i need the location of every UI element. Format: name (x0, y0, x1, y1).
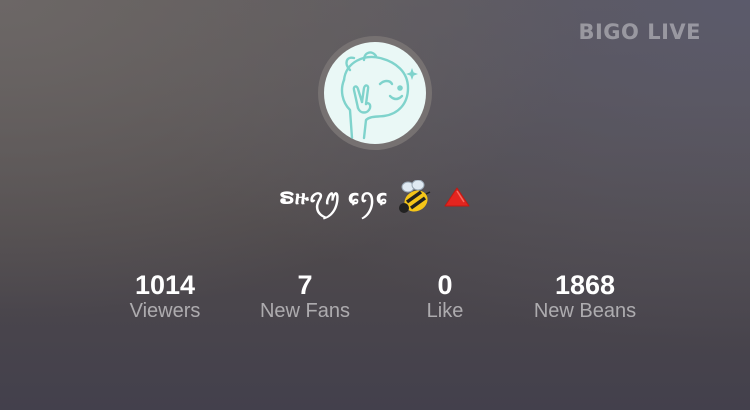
viewers-count: 1014 (134, 270, 196, 300)
profile-name-row: ຣዙꪖꪑ ɕꪆɕ (0, 178, 750, 220)
stat-new-fans: 7 New Fans (225, 270, 385, 322)
new-fans-count: 7 (297, 270, 313, 300)
new-fans-label: New Fans (259, 300, 351, 322)
stat-new-beans: 1868 New Beans (505, 270, 665, 322)
new-beans-label: New Beans (533, 300, 637, 322)
bee-emoji-icon (396, 179, 434, 219)
avatar (318, 36, 432, 150)
stats-bar: 1014 Viewers 7 New Fans 0 Like 1868 New … (0, 270, 750, 330)
red-triangle-icon (443, 186, 471, 213)
username: ຣዙꪖꪑ ɕꪆɕ (279, 185, 388, 209)
viewers-label: Viewers (129, 300, 201, 322)
stat-viewers: 1014 Viewers (85, 270, 245, 322)
new-beans-count: 1868 (554, 270, 616, 300)
bigo-live-logo: BIGO LIVE (578, 20, 701, 44)
like-label: Like (426, 300, 464, 322)
like-count: 0 (437, 270, 453, 300)
mascot-icon (340, 51, 418, 140)
avatar-image (324, 42, 426, 144)
stat-like: 0 Like (365, 270, 525, 322)
